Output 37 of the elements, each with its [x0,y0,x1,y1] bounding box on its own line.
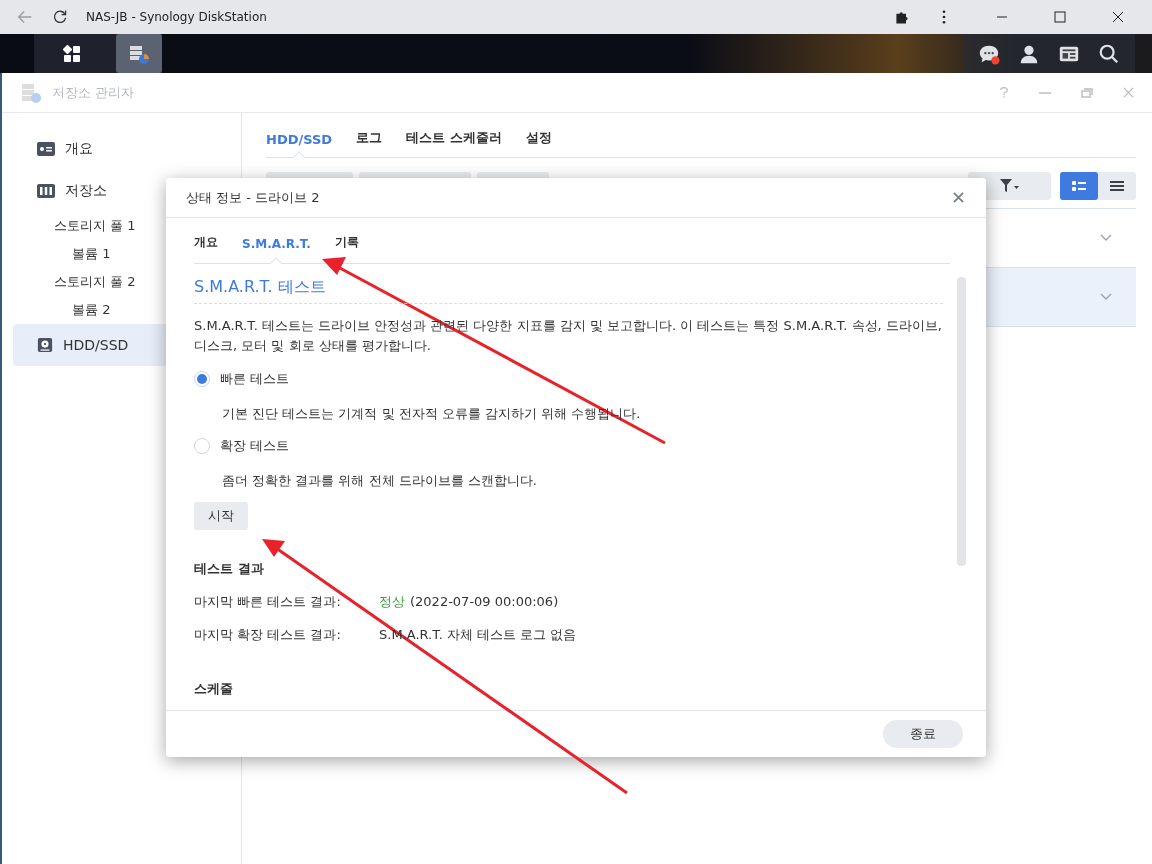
app-window-title: 저장소 관리자 [52,83,135,102]
overview-card-icon [37,141,55,157]
storage-app-button[interactable] [116,34,162,73]
tab[interactable]: 개요 [194,234,218,263]
tab[interactable]: 로그 [356,129,383,157]
card-list-icon [1072,180,1086,192]
result-value: 정상 (2022-07-09 00:00:06) [379,593,559,611]
start-button[interactable]: 시작 [194,502,248,530]
result-label: 마지막 확장 테스트 결과: [194,626,342,644]
more-icon[interactable] [942,10,946,24]
maximize-icon[interactable] [1054,11,1066,23]
tab[interactable]: 설정 [525,129,552,157]
card-view-button[interactable] [1060,172,1098,200]
close-icon[interactable] [1112,11,1124,23]
option-label: 확장 테스트 [220,437,290,455]
dialog-title: 상태 정보 - 드라이브 2 [186,188,320,207]
scrollbar[interactable] [957,277,966,566]
filter-icon [998,178,1021,194]
results-heading: 테스트 결과 [194,560,265,578]
chevron-down-icon[interactable] [1100,234,1112,242]
list-icon [1110,180,1124,192]
tab[interactable]: 테스트 스케줄러 [406,129,502,157]
tab[interactable]: 기록 [334,234,359,263]
browser-window-title: NAS-JB - Synology DiskStation [86,10,267,24]
sidebar-item[interactable]: 개요 [13,128,239,170]
option-description: 좀더 정확한 결과를 위해 전체 드라이브를 스캔합니다. [221,472,538,490]
puzzle-icon[interactable] [894,9,910,25]
app-grid-icon [62,43,82,64]
storage-app-icon [20,81,42,104]
option-label: 빠른 테스트 [220,370,290,388]
section-title: S.M.A.R.T. 테스트 [194,277,943,304]
hard-drive-icon [37,337,53,353]
result-label: 마지막 빠른 테스트 결과: [194,593,342,611]
schedule-heading: 스케줄 [194,680,234,698]
reload-icon[interactable] [52,9,68,25]
storage-columns-icon [37,183,55,199]
close-button[interactable]: 종료 [883,720,963,748]
